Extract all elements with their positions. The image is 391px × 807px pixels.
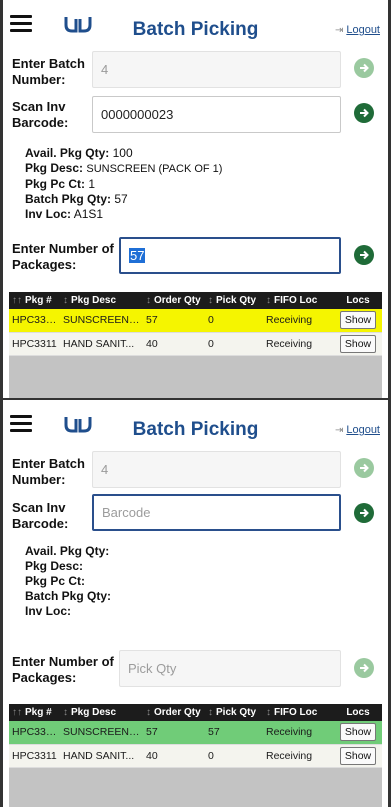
pick-table: ↑↑ Pkg # ↕ Pkg Desc ↕ Order Qty ↕ Pick Qty ↕… <box>9 704 382 768</box>
pick-qty-input[interactable]: Pick Qty <box>119 650 341 687</box>
barcode-input[interactable]: 0000000023 <box>92 96 341 133</box>
arrow-right-icon <box>360 108 369 118</box>
col-desc[interactable]: ↕ Pkg Desc <box>60 292 143 309</box>
pick-table: ↑↑ Pkg # ↕ Pkg Desc ↕ Order Qty ↕ Pick Qty ↕… <box>9 292 382 356</box>
col-fifo[interactable]: ↕ FIFO Loc <box>263 704 334 721</box>
arrow-right-icon <box>360 250 369 260</box>
screen-entered-quantity: Batch Picking ⇥ Logout Enter Batch Number… <box>0 0 391 398</box>
table-row[interactable]: HPC3314 SUNSCREEN ... 57 0 Receiving Sho… <box>9 309 382 333</box>
col-pick-qty[interactable]: ↕ Pick Qty <box>205 292 263 309</box>
show-locs-button[interactable]: Show <box>339 311 377 330</box>
pkg-pc-ct-row: Pkg Pc Ct: <box>25 574 86 588</box>
batch-number-input[interactable]: 4 <box>92 51 341 88</box>
batch-pkg-qty-row: Batch Pkg Qty: 57 <box>25 192 128 206</box>
col-pick-qty[interactable]: ↕ Pick Qty <box>205 704 263 721</box>
col-order-qty[interactable]: ↕ Order Qty <box>143 292 205 309</box>
batch-go-button[interactable] <box>354 58 374 78</box>
avail-qty-row: Avail. Pkg Qty: 100 <box>25 146 133 160</box>
page-title: Batch Picking <box>132 419 259 440</box>
num-packages-label: Enter Number of Packages: <box>12 654 114 685</box>
pkg-desc-row: Pkg Desc: SUNSCREEN (PACK OF 1) <box>25 161 223 175</box>
barcode-go-button[interactable] <box>354 503 374 523</box>
logout-icon: ⇥ <box>334 425 344 436</box>
arrow-right-icon <box>360 508 369 518</box>
logout-link[interactable]: ⇥ Logout <box>335 24 380 36</box>
col-desc[interactable]: ↕ Pkg Desc <box>60 704 143 721</box>
num-packages-go-button[interactable] <box>354 658 374 678</box>
batch-number-input[interactable]: 4 <box>92 451 341 488</box>
pkg-info: Avail. Pkg Qty: 100 Pkg Desc: SUNSCREEN … <box>25 146 222 222</box>
batch-number-label: Enter Batch Number: <box>12 456 85 487</box>
table-header: ↑↑ Pkg # ↕ Pkg Desc ↕ Order Qty ↕ Pick Qty ↕… <box>9 704 382 721</box>
show-locs-button[interactable]: Show <box>339 334 377 353</box>
batch-pkg-qty-row: Batch Pkg Qty: <box>25 589 112 603</box>
num-packages-go-button[interactable] <box>354 245 374 265</box>
app-header: Batch Picking ⇥ Logout <box>0 400 391 446</box>
pkg-pc-ct-row: Pkg Pc Ct: 1 <box>25 177 96 191</box>
barcode-input[interactable]: Barcode <box>92 494 341 531</box>
barcode-go-button[interactable] <box>354 103 374 123</box>
pick-grid: ↑↑ Pkg # ↕ Pkg Desc ↕ Order Qty ↕ Pick Qty ↕… <box>9 292 382 398</box>
col-locs: Locs <box>334 292 382 309</box>
barcode-label: Scan Inv Barcode: <box>12 99 69 130</box>
table-row[interactable]: HPC3311 HAND SANIT... 40 0 Receiving Sho… <box>9 744 382 768</box>
batch-go-button[interactable] <box>354 458 374 478</box>
avail-qty-row: Avail. Pkg Qty: <box>25 544 110 558</box>
frame-edge <box>0 400 3 807</box>
logout-icon: ⇥ <box>334 25 344 36</box>
arrow-right-icon <box>360 63 369 73</box>
col-locs: Locs <box>334 704 382 721</box>
table-header: ↑↑ Pkg # ↕ Pkg Desc ↕ Order Qty ↕ Pick Qty ↕… <box>9 292 382 309</box>
num-packages-input[interactable]: 57 <box>119 237 341 274</box>
inv-loc-row: Inv Loc: A1S1 <box>25 207 104 221</box>
selected-text: 57 <box>129 248 146 263</box>
col-order-qty[interactable]: ↕ Order Qty <box>143 704 205 721</box>
pkg-info: Avail. Pkg Qty: Pkg Desc: Pkg Pc Ct: Bat… <box>25 544 111 619</box>
show-locs-button[interactable]: Show <box>339 746 377 765</box>
table-row[interactable]: HPC3314 SUNSCREEN ... 57 57 Receiving Sh… <box>9 721 382 745</box>
show-locs-button[interactable]: Show <box>339 723 377 742</box>
app-header: Batch Picking ⇥ Logout <box>0 0 391 46</box>
col-pkg[interactable]: ↑↑ Pkg # <box>9 292 60 309</box>
inv-loc-row: Inv Loc: <box>25 604 72 618</box>
arrow-right-icon <box>360 463 369 473</box>
screen-after-pick: Batch Picking ⇥ Logout Enter Batch Number… <box>0 400 391 807</box>
col-fifo[interactable]: ↕ FIFO Loc <box>263 292 334 309</box>
pick-grid: ↑↑ Pkg # ↕ Pkg Desc ↕ Order Qty ↕ Pick Qty ↕… <box>9 704 382 807</box>
barcode-label: Scan Inv Barcode: <box>12 500 69 531</box>
page-title: Batch Picking <box>132 19 259 40</box>
arrow-right-icon <box>360 663 369 673</box>
num-packages-label: Enter Number of Packages: <box>12 241 114 272</box>
frame-edge <box>0 0 3 398</box>
pkg-desc-row: Pkg Desc: <box>25 559 84 573</box>
col-pkg[interactable]: ↑↑ Pkg # <box>9 704 60 721</box>
batch-number-label: Enter Batch Number: <box>12 56 85 87</box>
logout-link[interactable]: ⇥ Logout <box>335 424 380 436</box>
table-row[interactable]: HPC3311 HAND SANIT... 40 0 Receiving Sho… <box>9 332 382 356</box>
